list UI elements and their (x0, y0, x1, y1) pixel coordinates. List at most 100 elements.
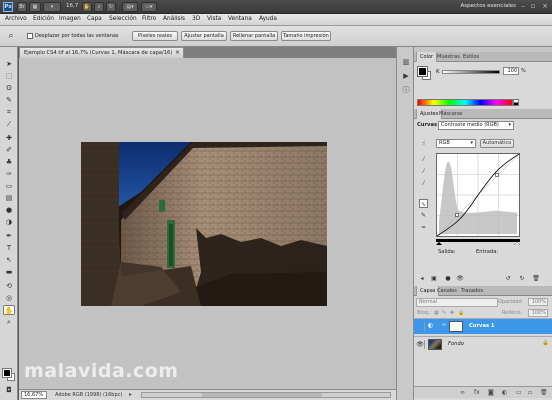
gray-point-eyedropper-icon[interactable]: ⁄ (419, 167, 428, 176)
3d-rotate-tool-icon[interactable]: ⟲ (3, 281, 15, 291)
fit-screen-button[interactable]: Ajustar pantalla (181, 31, 227, 41)
curves-graph[interactable] (436, 153, 520, 237)
rotate-view-icon[interactable]: ↻ (106, 2, 116, 12)
menu-ventana[interactable]: Ventana (228, 16, 252, 22)
zoom-tool-preset-icon[interactable]: ⌕ (5, 30, 17, 42)
blend-mode-select[interactable]: Normal (416, 298, 498, 307)
actual-pixels-button[interactable]: Píxeles reales (132, 31, 178, 41)
lock-all-icon[interactable]: 🔒 (458, 310, 464, 316)
scroll-thumb[interactable] (202, 393, 322, 397)
color-foreground-swatch[interactable] (417, 66, 428, 77)
input-slider[interactable] (436, 239, 520, 245)
scroll-all-checkbox[interactable] (27, 33, 33, 39)
brush-tool-icon[interactable]: ✐ (3, 145, 15, 155)
gradient-tool-icon[interactable]: ▤ (3, 193, 15, 203)
layer-visibility-icon[interactable]: 👁 (416, 340, 425, 349)
new-group-icon[interactable]: ▭ (516, 389, 522, 396)
clone-stamp-tool-icon[interactable]: ♣ (3, 157, 15, 167)
menu-vista[interactable]: Vista (207, 16, 221, 22)
history-brush-tool-icon[interactable]: ✑ (3, 169, 15, 179)
zoom-menu-button[interactable]: ▾ (43, 2, 61, 12)
fill-screen-button[interactable]: Rellenar pantalla (230, 31, 278, 41)
expand-view-icon[interactable]: ▣ (430, 275, 438, 283)
clip-layer-icon[interactable]: ● (444, 275, 452, 283)
add-mask-icon[interactable]: ◙ (488, 389, 494, 396)
menu-capa[interactable]: Capa (87, 16, 102, 22)
color-spectrum[interactable] (417, 99, 513, 106)
previous-state-icon[interactable]: ↺ (504, 275, 512, 283)
zoom-tool-icon[interactable]: ⌕ (94, 2, 104, 12)
3d-orbit-tool-icon[interactable]: ◎ (3, 293, 15, 303)
close-document-icon[interactable]: × (175, 48, 180, 58)
print-size-button[interactable]: Tamaño impresión (281, 31, 331, 41)
tab-mascaras[interactable]: Máscaras (436, 109, 466, 119)
pen-tool-icon[interactable]: ✒ (3, 231, 15, 241)
lock-position-icon[interactable]: ✚ (450, 310, 454, 316)
delete-adjustment-icon[interactable]: 🗑 (532, 275, 540, 283)
view-extras-button[interactable]: ▦ (29, 2, 41, 12)
screen-mode-button[interactable]: ▭▾ (141, 2, 157, 12)
close-icon[interactable]: × (540, 1, 550, 11)
actions-panel-icon[interactable]: ▶ (401, 71, 411, 81)
zoom-level[interactable]: 16,7 (66, 3, 78, 9)
restore-icon[interactable]: ▫ (528, 1, 538, 11)
workspace-switcher[interactable]: Aspectos esenciales (461, 3, 516, 9)
black-white-ramp[interactable] (513, 99, 519, 106)
layer-row[interactable]: 👁 Fondo 🔒 (414, 336, 552, 352)
document-tab[interactable]: Ejemplo CS4.tif al 16,7% (Curvas 1, Másc… (19, 47, 184, 58)
fill-field[interactable]: 100% (528, 309, 548, 317)
black-point-eyedropper-icon[interactable]: ⁄ (419, 155, 428, 164)
path-selection-tool-icon[interactable]: ↖ (3, 255, 15, 265)
menu-ayuda[interactable]: Ayuda (259, 16, 277, 22)
menu-analisis[interactable]: Análisis (163, 16, 185, 22)
new-layer-icon[interactable]: ▫ (528, 389, 532, 396)
channel-select[interactable]: RGB ▾ (436, 139, 476, 148)
reset-icon[interactable]: ↻ (518, 275, 526, 283)
new-adjustment-icon[interactable]: ◐ (502, 389, 507, 396)
lock-transparent-icon[interactable]: ▦ (434, 310, 439, 316)
smooth-curve-icon[interactable]: ≈ (419, 223, 428, 232)
layer-style-icon[interactable]: fx (474, 389, 480, 396)
layer-visibility-icon[interactable] (416, 322, 425, 331)
layer-thumbnail[interactable] (428, 339, 442, 350)
curves-preset-select[interactable]: Contraste medio (RGB) ▾ (438, 121, 514, 130)
crop-tool-icon[interactable]: ⌗ (3, 107, 15, 117)
hand-tool-icon[interactable]: ✋ (82, 2, 92, 12)
delete-layer-icon[interactable]: 🗑 (540, 389, 548, 396)
shape-tool-icon[interactable]: ▬ (3, 267, 15, 277)
menu-filtro[interactable]: Filtro (142, 16, 156, 22)
type-tool-icon[interactable]: T (3, 243, 15, 253)
tab-muestras[interactable]: Muestras (434, 52, 463, 62)
link-icon[interactable]: ∞ (442, 322, 446, 328)
menu-edicion[interactable]: Edición (33, 16, 54, 22)
arrange-documents-button[interactable]: ▤▾ (122, 2, 138, 12)
info-panel-icon[interactable]: ⓘ (401, 85, 411, 95)
eyedropper-tool-icon[interactable]: ⁄ (3, 119, 15, 129)
move-tool-icon[interactable]: ➤ (3, 59, 15, 69)
menu-3d[interactable]: 3D (192, 16, 200, 22)
canvas[interactable] (19, 58, 396, 389)
zoom-tool-icon[interactable]: ⌕ (3, 317, 15, 327)
quick-mask-icon[interactable]: ◘ (3, 385, 15, 395)
status-menu-icon[interactable]: ▸ (129, 391, 132, 398)
layer-mask-thumbnail[interactable] (449, 321, 463, 332)
return-icon[interactable]: ◂ (418, 275, 426, 283)
layer-row[interactable]: ◐ ∞ Curvas 1 (414, 318, 552, 334)
eraser-tool-icon[interactable]: ▭ (3, 181, 15, 191)
link-layers-icon[interactable]: ∞ (460, 389, 465, 396)
blur-tool-icon[interactable]: ● (3, 205, 15, 215)
menu-imagen[interactable]: Imagen (59, 16, 81, 22)
opacity-field[interactable]: 100% (528, 298, 548, 306)
on-image-adjust-icon[interactable]: ☝ (419, 139, 428, 148)
tab-canales[interactable]: Canales (434, 286, 460, 296)
tab-estilos[interactable]: Estilos (460, 52, 482, 62)
marquee-tool-icon[interactable]: ⬚ (3, 71, 15, 81)
quick-selection-tool-icon[interactable]: ✎ (3, 95, 15, 105)
zoom-field[interactable]: 16,67% (21, 391, 47, 399)
minimize-icon[interactable]: – (518, 1, 528, 11)
k-slider[interactable] (442, 70, 500, 74)
auto-button[interactable]: Automático (480, 139, 514, 148)
bridge-button[interactable]: Br (17, 2, 27, 12)
visibility-icon[interactable]: 👁 (456, 275, 464, 283)
dodge-tool-icon[interactable]: ◑ (3, 217, 15, 227)
